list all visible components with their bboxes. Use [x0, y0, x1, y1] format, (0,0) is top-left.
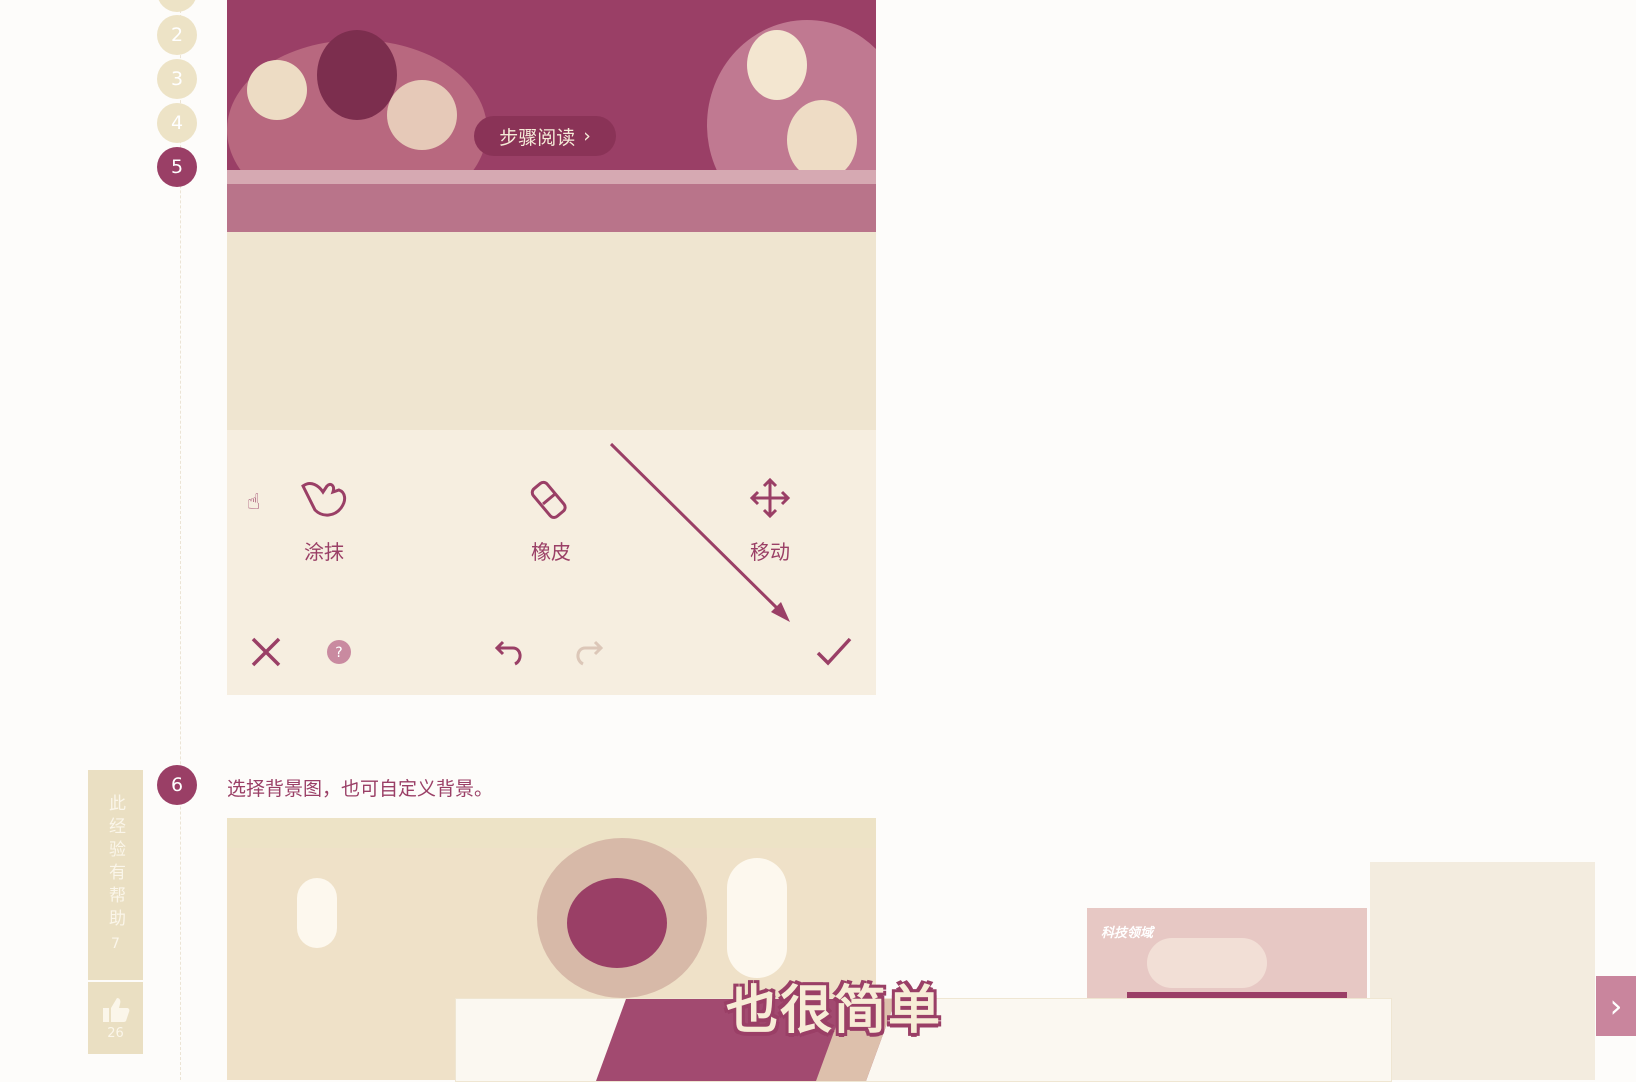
chevron-right-icon: ›	[583, 125, 591, 147]
hand-cursor-icon: ☝	[247, 490, 261, 515]
smear-hand-icon	[294, 470, 354, 526]
like-button[interactable]: 26	[88, 982, 143, 1054]
photo-area: 步骤阅读 ›	[227, 0, 876, 232]
smear-tool-button[interactable]: 涂抹	[279, 470, 369, 565]
thumbs-up-icon	[102, 997, 129, 1022]
step-number: 6	[170, 774, 184, 796]
reading-pill-label: 步骤阅读	[499, 126, 576, 149]
step-circle-3[interactable]: 3	[157, 59, 197, 99]
video-thumbnail[interactable]: 科技领域	[1087, 908, 1367, 1000]
step-circle-1[interactable]	[157, 0, 197, 12]
step-number: 4	[170, 112, 184, 134]
step-circle-6[interactable]: 6	[157, 765, 197, 805]
help-icon[interactable]: ?	[317, 630, 361, 674]
svg-text:?: ?	[335, 645, 342, 661]
video-caption: 也很简单	[726, 981, 943, 1041]
step-circle-5[interactable]: 5	[157, 147, 197, 187]
eraser-label: 橡皮	[531, 540, 571, 564]
step-number: 3	[170, 68, 184, 90]
smear-label: 涂抹	[304, 540, 344, 564]
edit-toolbar: ☝ 涂抹 橡皮 移动 ?	[227, 430, 876, 695]
confirm-check-icon[interactable]	[812, 630, 856, 674]
thumbnail-label: 科技领域	[1101, 926, 1154, 941]
redo-icon[interactable]	[565, 630, 609, 674]
step-reading-pill[interactable]: 步骤阅读 ›	[474, 116, 616, 156]
next-video-button[interactable]: ›	[1596, 976, 1636, 1036]
helpful-panel[interactable]: 此经验有帮助 7	[88, 770, 143, 980]
canvas-area	[227, 232, 876, 430]
undo-icon[interactable]	[489, 630, 533, 674]
step-screenshot: 步骤阅读 › ☝ 涂抹 橡皮 移动 ?	[227, 0, 876, 695]
step-circle-2[interactable]: 2	[157, 15, 197, 55]
step-circle-4[interactable]: 4	[157, 103, 197, 143]
helpful-count: 7	[111, 936, 120, 952]
eraser-tool-button[interactable]: 橡皮	[506, 470, 596, 565]
step-number: 5	[170, 156, 184, 178]
helpful-label: 此经验有帮助	[105, 794, 125, 932]
step-number: 2	[170, 24, 184, 46]
step-6-description: 选择背景图，也可自定义背景。	[227, 778, 494, 800]
like-count: 26	[107, 1025, 124, 1041]
eraser-icon	[521, 470, 581, 526]
video-side-strip	[1370, 862, 1595, 1080]
close-icon[interactable]	[244, 630, 288, 674]
annotation-arrow	[609, 442, 790, 622]
chevron-right-icon: ›	[1609, 987, 1623, 1025]
